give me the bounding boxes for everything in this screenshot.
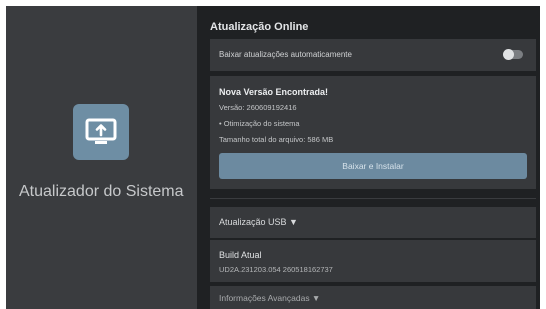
system-update-icon [73, 104, 129, 160]
auto-update-toggle[interactable] [503, 49, 523, 60]
download-install-button[interactable]: Baixar e Instalar [219, 153, 527, 179]
update-settings-panel: Atualização Online Baixar atualizações a… [197, 6, 540, 309]
file-size-text: Tamanho total do arquivo: 586 MB [219, 135, 334, 144]
new-version-card: Nova Versão Encontrada! Versão: 26060919… [210, 76, 536, 189]
auto-update-label: Baixar atualizações automaticamente [219, 50, 352, 59]
system-updater-screen: Atualizador do Sistema Atualização Onlin… [6, 6, 540, 309]
auto-update-row[interactable]: Baixar atualizações automaticamente [210, 39, 536, 71]
toggle-knob [503, 49, 514, 60]
online-update-section-title: Atualização Online [210, 21, 309, 33]
current-build-row[interactable]: Build Atual UD2A.231203.054 260518162737 [210, 240, 536, 282]
section-divider [210, 198, 536, 199]
app-title: Atualizador do Sistema [19, 183, 184, 200]
advanced-info-label: Informações Avançadas ▼ [219, 293, 321, 303]
app-info-panel: Atualizador do Sistema [6, 6, 197, 309]
usb-update-row[interactable]: Atualização USB ▼ [210, 207, 536, 238]
current-build-value: UD2A.231203.054 260518162737 [219, 265, 333, 274]
new-version-heading: Nova Versão Encontrada! [219, 87, 329, 97]
current-build-title: Build Atual [219, 250, 262, 260]
version-text: Versão: 260609192416 [219, 103, 297, 112]
advanced-info-row[interactable]: Informações Avançadas ▼ [210, 286, 536, 309]
usb-update-label: Atualização USB ▼ [219, 217, 298, 227]
release-notes-text: • Otimização do sistema [219, 119, 300, 128]
